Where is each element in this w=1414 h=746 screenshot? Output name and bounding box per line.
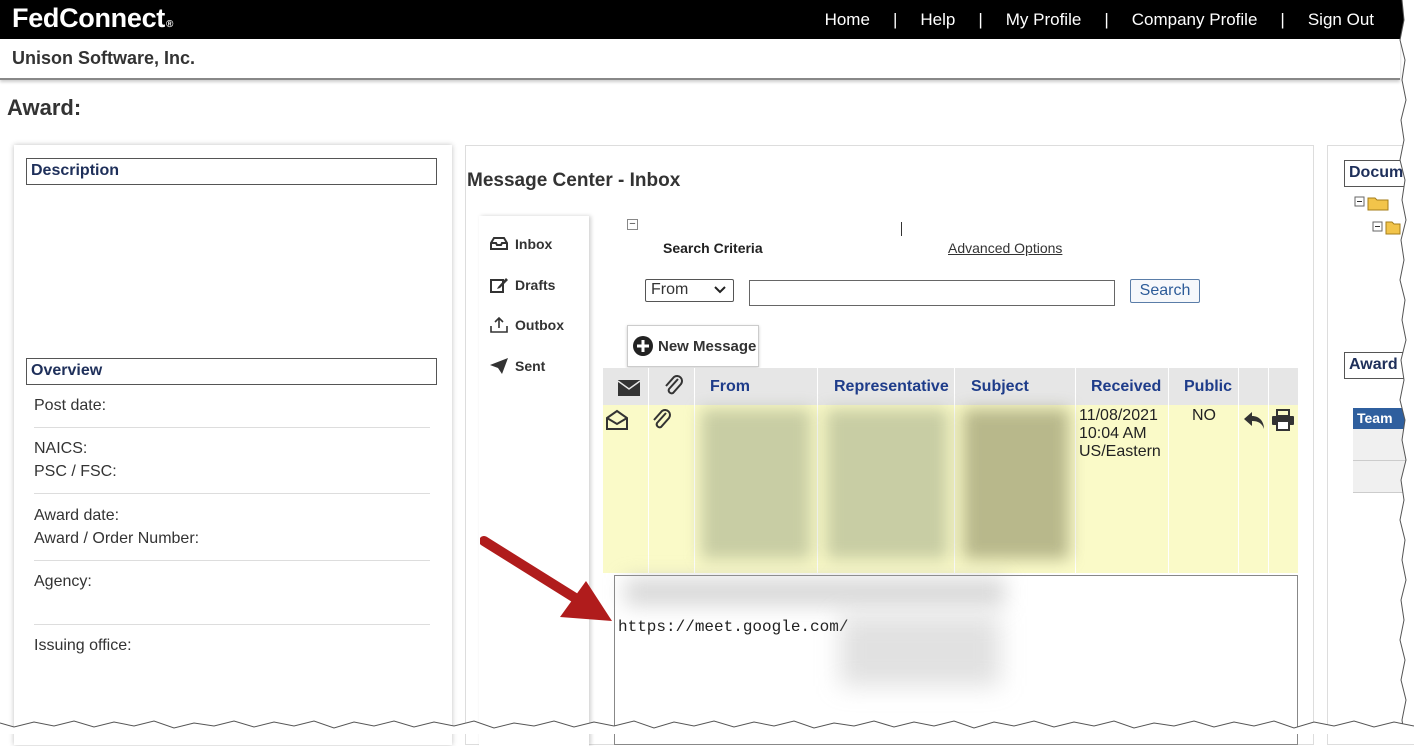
search-input[interactable]	[749, 280, 1115, 306]
nav-my-profile-link[interactable]: My Profile	[1006, 10, 1082, 30]
inbox-icon	[490, 237, 508, 250]
folder-inbox[interactable]: Inbox	[489, 235, 552, 253]
post-date-label: Post date:	[34, 397, 107, 414]
sent-icon	[490, 358, 508, 374]
search-criteria-collapse-icon[interactable]: −	[627, 219, 638, 230]
award-date-label: Award date:	[34, 507, 120, 524]
divider	[901, 222, 902, 236]
message-center-title: Message Center - Inbox	[467, 170, 681, 191]
divider	[34, 427, 430, 428]
col-reply	[1239, 368, 1269, 405]
folder-list: Inbox Drafts Outbox Sent	[479, 216, 589, 746]
envelope-icon	[617, 380, 641, 396]
paperclip-icon	[653, 409, 671, 429]
top-navbar: FedConnect® Home | Help | My Profile | C…	[0, 0, 1414, 39]
paperclip-icon	[665, 375, 683, 395]
received-timezone-value: US/Eastern	[1079, 443, 1161, 460]
nav-help-link[interactable]: Help	[920, 10, 955, 30]
public-value: NO	[1192, 407, 1216, 424]
folder-drafts[interactable]: Drafts	[489, 276, 555, 294]
folder-icon	[1385, 221, 1401, 235]
folder-label: Drafts	[515, 277, 556, 293]
new-message-button[interactable]: New Message	[627, 325, 759, 367]
cell-public	[1169, 405, 1239, 573]
search-field-select[interactable]: From	[645, 279, 734, 302]
folder-label: Outbox	[515, 317, 564, 333]
cell-attachment	[649, 405, 695, 573]
new-message-label: New Message	[658, 337, 757, 355]
folder-tree[interactable]	[1354, 196, 1414, 238]
print-icon[interactable]	[1271, 409, 1295, 431]
nav-separator: |	[892, 9, 898, 29]
col-subject[interactable]: Subject	[955, 368, 1076, 405]
col-read-status[interactable]	[603, 368, 649, 405]
plus-circle-icon	[633, 336, 653, 356]
team-header[interactable]: Team	[1353, 408, 1413, 429]
nav-separator: |	[1280, 9, 1285, 29]
tree-collapse-icon	[1372, 221, 1383, 232]
company-name: Unison Software, Inc.	[12, 48, 196, 68]
nav-separator: |	[1104, 9, 1109, 29]
message-grid-header: From Representative Subject Received Pub…	[603, 368, 1298, 405]
received-date: 11/08/2021 10:04 AM US/Eastern	[1079, 407, 1161, 461]
cell-representative	[818, 405, 955, 573]
open-envelope-icon	[606, 409, 628, 430]
message-preview-pane[interactable]: https://meet.google.com/	[614, 575, 1298, 745]
fedconnect-logo[interactable]: FedConnect®	[12, 3, 173, 34]
logo-text: FedConnect	[12, 3, 166, 33]
tree-collapse-icon	[1354, 196, 1365, 207]
naics-label: NAICS:	[34, 440, 88, 457]
col-received[interactable]: Received	[1076, 368, 1169, 405]
documents-header: Docum	[1344, 160, 1414, 187]
table-row[interactable]	[603, 405, 1298, 573]
description-header: Description	[26, 158, 437, 185]
team-cell	[1353, 461, 1413, 493]
meeting-url[interactable]: https://meet.google.com/	[618, 618, 848, 636]
award-order-number-label: Award / Order Number:	[34, 530, 200, 547]
top-nav: Home | Help | My Profile | Company Profi…	[825, 0, 1374, 39]
cell-subject	[955, 405, 1076, 573]
folder-label: Inbox	[515, 236, 553, 252]
agency-label: Agency:	[34, 573, 92, 590]
col-attachment[interactable]	[649, 368, 695, 405]
issuing-office-label: Issuing office:	[34, 637, 132, 654]
chevron-down-icon	[714, 286, 726, 294]
award-header: Award	[1344, 352, 1414, 379]
outbox-icon	[490, 316, 508, 333]
cell-reply	[1239, 405, 1269, 573]
folder-icon	[1367, 197, 1389, 211]
logo-registered-mark: ®	[166, 19, 174, 30]
search-criteria-label: Search Criteria	[663, 240, 763, 256]
col-representative[interactable]: Representative	[818, 368, 955, 405]
red-arrow	[480, 536, 612, 621]
drafts-icon	[490, 278, 508, 293]
nav-home-link[interactable]: Home	[825, 10, 870, 30]
reply-icon[interactable]	[1242, 409, 1266, 431]
col-from[interactable]: From	[695, 368, 818, 405]
company-bar: Unison Software, Inc.	[0, 39, 1400, 80]
nav-separator: |	[978, 9, 983, 29]
col-print	[1269, 368, 1298, 405]
received-time-value: 10:04 AM	[1079, 425, 1147, 442]
nav-sign-out-link[interactable]: Sign Out	[1308, 10, 1374, 30]
folder-sent[interactable]: Sent	[489, 357, 545, 375]
search-field-selected: From	[651, 281, 689, 298]
team-cell	[1353, 429, 1413, 461]
cell-from	[695, 405, 818, 573]
overview-header: Overview	[26, 358, 437, 385]
page-title: Award:	[7, 95, 82, 120]
col-public[interactable]: Public	[1169, 368, 1239, 405]
divider	[34, 624, 430, 625]
psc-fsc-label: PSC / FSC:	[34, 463, 117, 480]
divider	[34, 493, 430, 494]
divider	[34, 560, 430, 561]
search-button[interactable]: Search	[1130, 279, 1200, 303]
folder-outbox[interactable]: Outbox	[489, 316, 564, 334]
folder-label: Sent	[515, 358, 546, 374]
advanced-options-link[interactable]: Advanced Options	[948, 240, 1062, 256]
nav-company-profile-link[interactable]: Company Profile	[1132, 10, 1258, 30]
cell-print	[1269, 405, 1298, 573]
received-date-value: 11/08/2021	[1079, 407, 1158, 424]
